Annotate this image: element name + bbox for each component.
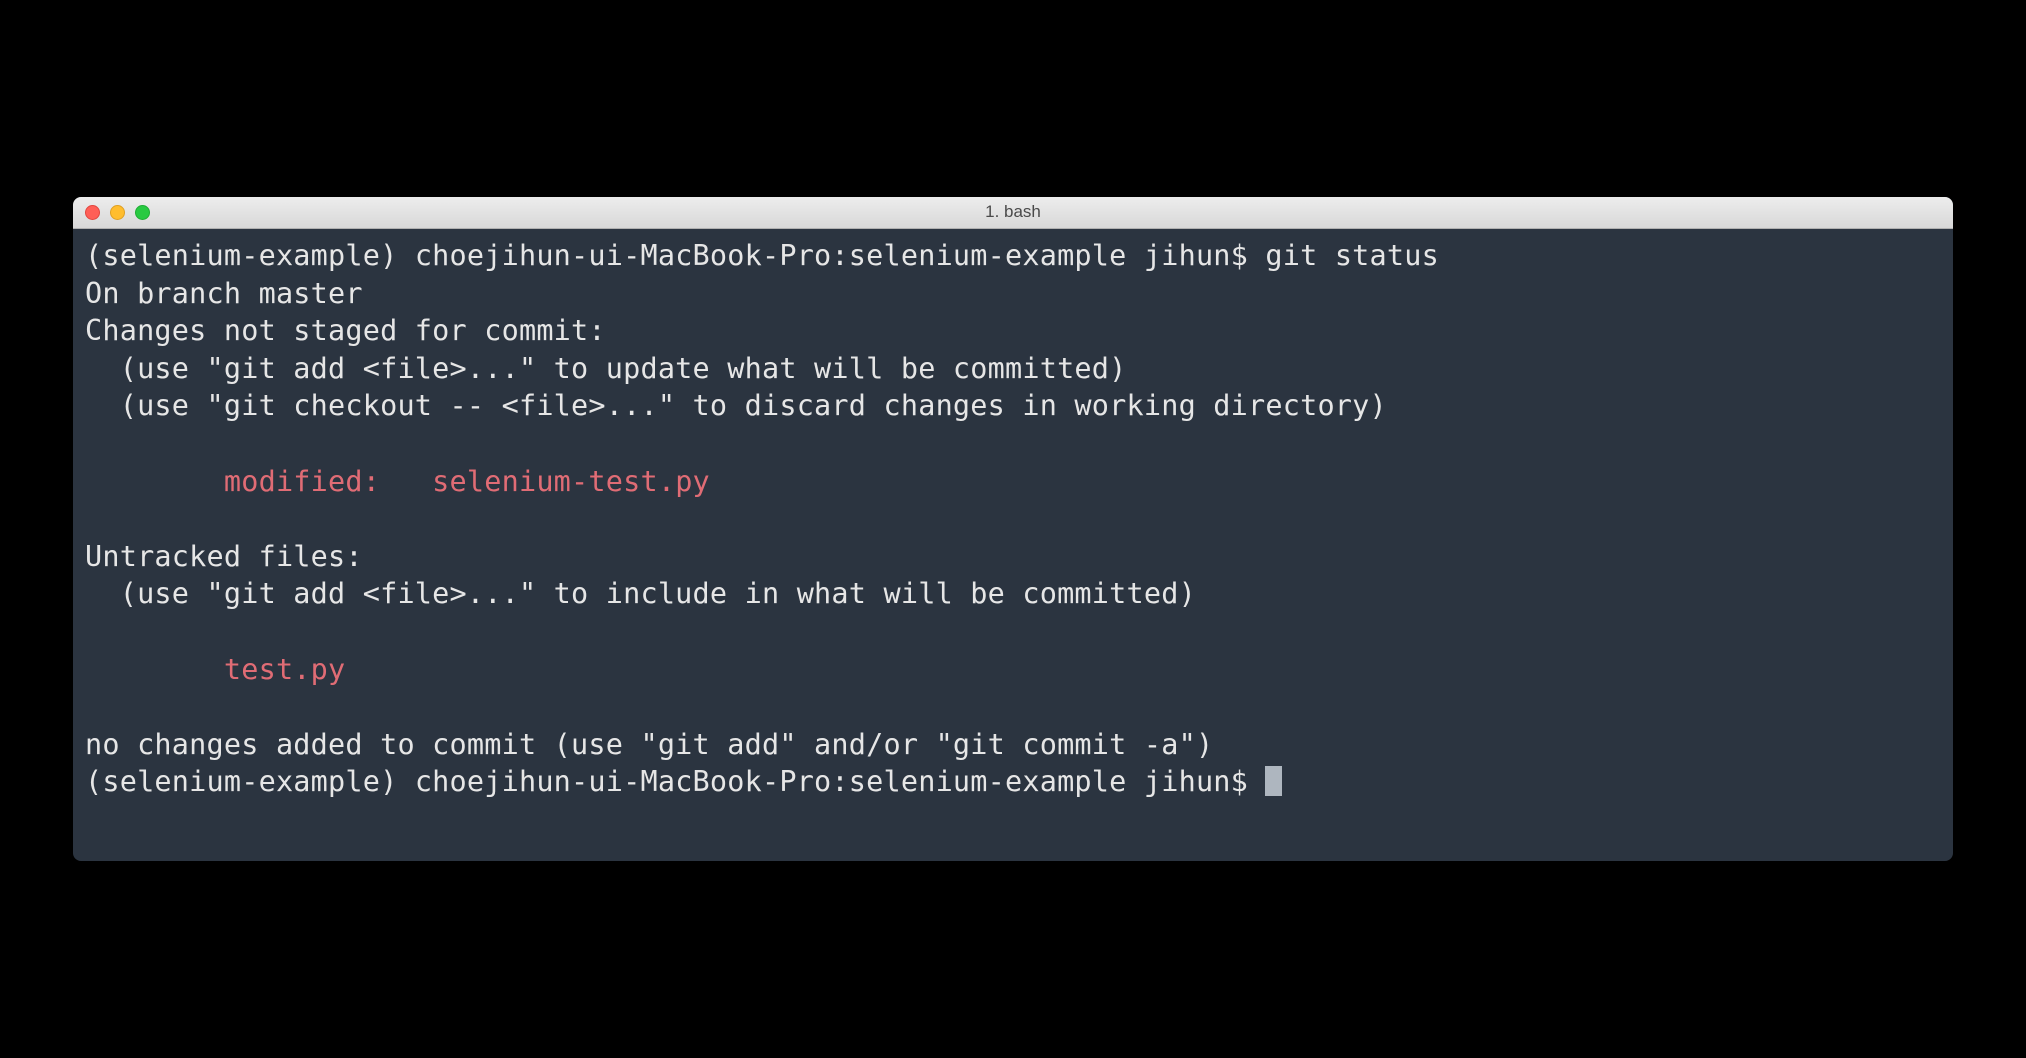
window-title: 1. bash — [985, 202, 1041, 222]
output-no-changes: no changes added to commit (use "git add… — [85, 728, 1213, 761]
output-indent — [85, 465, 224, 498]
terminal-window: 1. bash (selenium-example) choejihun-ui-… — [73, 197, 1953, 861]
prompt-host: choejihun-ui-MacBook-Pro:selenium-exampl… — [415, 765, 1266, 798]
maximize-icon[interactable] — [135, 205, 150, 220]
output-modified-file: modified: selenium-test.py — [224, 465, 710, 498]
output-hint-checkout: (use "git checkout -- <file>..." to disc… — [85, 389, 1387, 422]
terminal-body[interactable]: (selenium-example) choejihun-ui-MacBook-… — [73, 229, 1953, 861]
minimize-icon[interactable] — [110, 205, 125, 220]
output-changes-header: Changes not staged for commit: — [85, 314, 606, 347]
output-hint-untracked: (use "git add <file>..." to include in w… — [85, 577, 1196, 610]
traffic-lights — [85, 205, 150, 220]
output-untracked-file: test.py — [224, 653, 346, 686]
cursor-icon — [1265, 766, 1282, 796]
output-indent — [85, 653, 224, 686]
output-hint-add: (use "git add <file>..." to update what … — [85, 352, 1127, 385]
prompt-host: choejihun-ui-MacBook-Pro:selenium-exampl… — [415, 239, 1266, 272]
close-icon[interactable] — [85, 205, 100, 220]
prompt-env: (selenium-example) — [85, 239, 415, 272]
command-text: git status — [1265, 239, 1439, 272]
output-untracked-header: Untracked files: — [85, 540, 363, 573]
titlebar[interactable]: 1. bash — [73, 197, 1953, 229]
output-branch: On branch master — [85, 277, 363, 310]
prompt-env: (selenium-example) — [85, 765, 415, 798]
